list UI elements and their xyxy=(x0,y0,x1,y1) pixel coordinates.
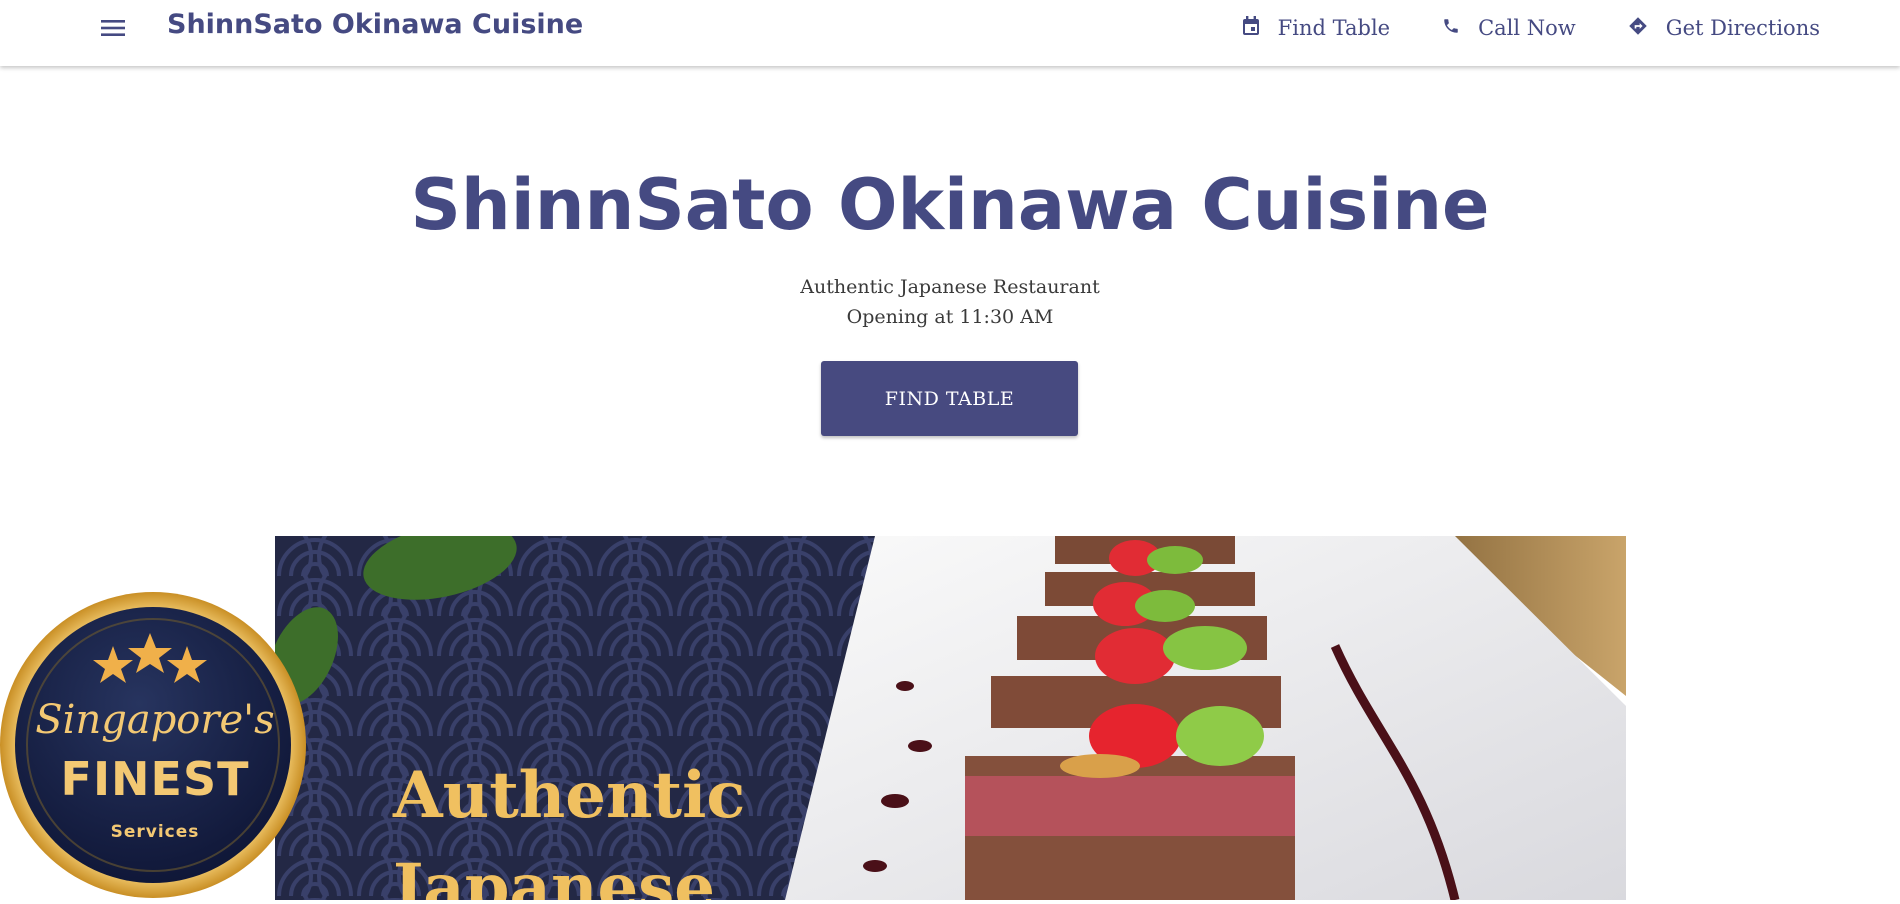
opening-hours: Opening at 11:30 AM xyxy=(846,306,1054,328)
nav-find-table[interactable]: Find Table xyxy=(1242,15,1391,41)
phone-icon xyxy=(1442,16,1460,40)
page-title: ShinnSato Okinawa Cuisine xyxy=(410,164,1490,246)
hero-subtitle-block: Authentic Japanese Restaurant Opening at… xyxy=(0,272,1900,332)
nav-get-directions[interactable]: Get Directions xyxy=(1628,16,1820,41)
banner-headline: Authentic Japanese xyxy=(393,758,746,900)
nav-get-directions-label: Get Directions xyxy=(1665,16,1820,40)
nav-call-now[interactable]: Call Now xyxy=(1442,16,1576,40)
hero-banner-image: Authentic Japanese xyxy=(275,536,1626,900)
nav-find-table-label: Find Table xyxy=(1277,16,1391,40)
menu-icon[interactable] xyxy=(100,16,126,40)
badge-finest-text: FINEST xyxy=(60,752,250,806)
top-nav: Find Table Call Now Get Directions xyxy=(1242,0,1820,56)
find-table-button[interactable]: FIND TABLE xyxy=(821,361,1078,436)
brand-title[interactable]: ShinnSato Okinawa Cuisine xyxy=(167,9,583,40)
top-app-bar: ShinnSato Okinawa Cuisine Find Table Cal… xyxy=(0,0,1900,66)
badge-services-text: Services xyxy=(110,822,200,842)
singapores-finest-badge[interactable] xyxy=(0,590,310,900)
calendar-icon xyxy=(1242,15,1260,41)
badge-script-text: Singapore's xyxy=(35,697,275,743)
directions-icon xyxy=(1628,16,1648,41)
nav-call-now-label: Call Now xyxy=(1478,16,1576,40)
hero-subtitle: Authentic Japanese Restaurant xyxy=(800,276,1100,298)
